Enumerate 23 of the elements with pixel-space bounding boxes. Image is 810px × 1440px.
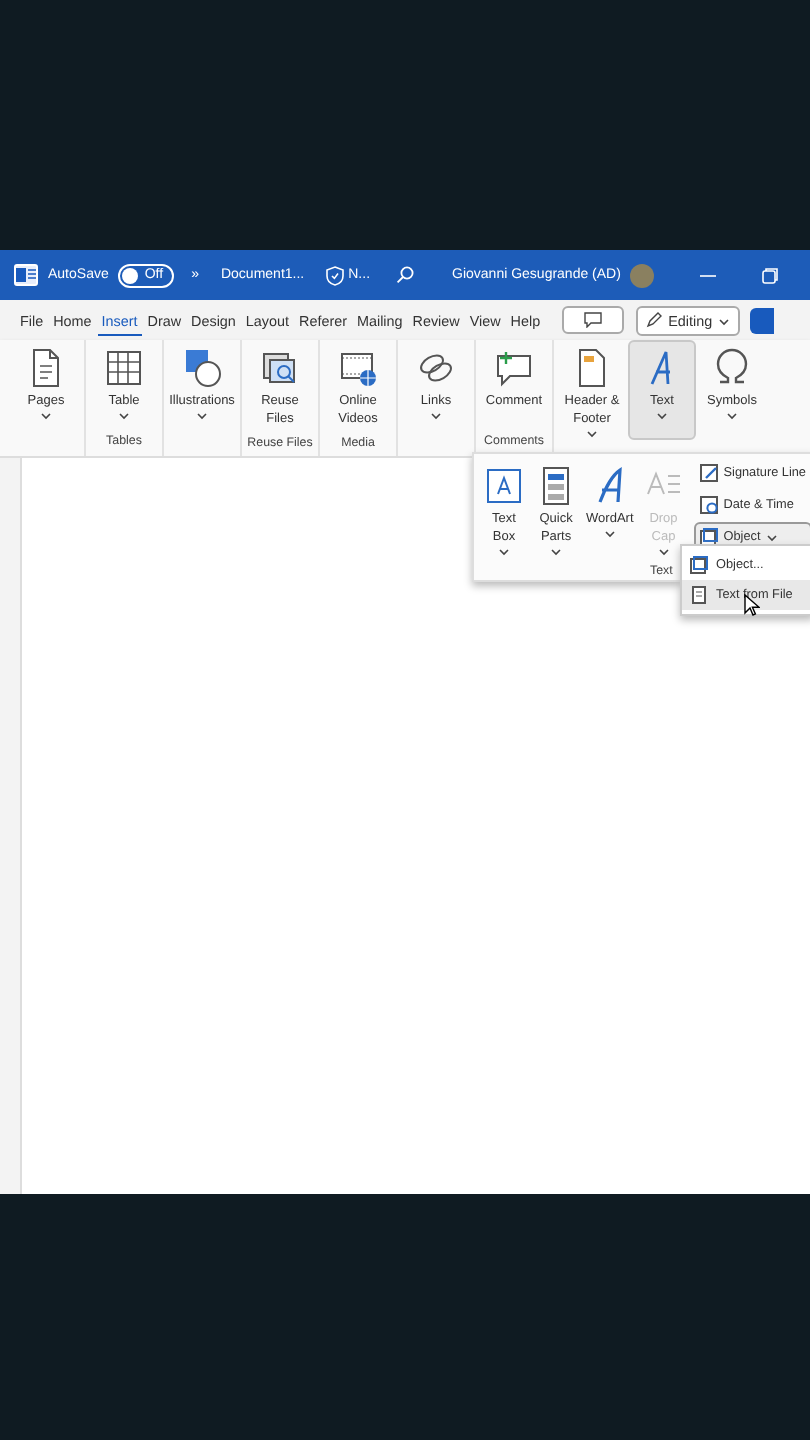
caret-icon <box>657 548 670 556</box>
shapes-icon <box>182 348 222 388</box>
table-icon <box>104 348 144 388</box>
restore-icon <box>762 267 779 283</box>
word-logo-icon <box>14 264 38 286</box>
comment-icon <box>494 348 534 388</box>
caret-icon <box>766 534 779 542</box>
search-icon <box>396 266 415 284</box>
caret-icon <box>498 548 510 556</box>
document-icon <box>690 586 708 604</box>
omega-icon <box>712 348 752 388</box>
files-icon <box>260 348 300 388</box>
text-box-icon <box>484 466 524 506</box>
pencil-icon <box>646 312 663 328</box>
share-button[interactable] <box>750 307 775 333</box>
video-icon <box>338 348 378 388</box>
signature-icon <box>699 464 718 482</box>
caret-icon <box>550 548 563 556</box>
caret-icon <box>603 530 616 538</box>
caret-icon <box>718 317 731 325</box>
shield-icon <box>326 265 345 285</box>
comments-button[interactable] <box>562 306 625 334</box>
comment-icon <box>584 312 603 328</box>
